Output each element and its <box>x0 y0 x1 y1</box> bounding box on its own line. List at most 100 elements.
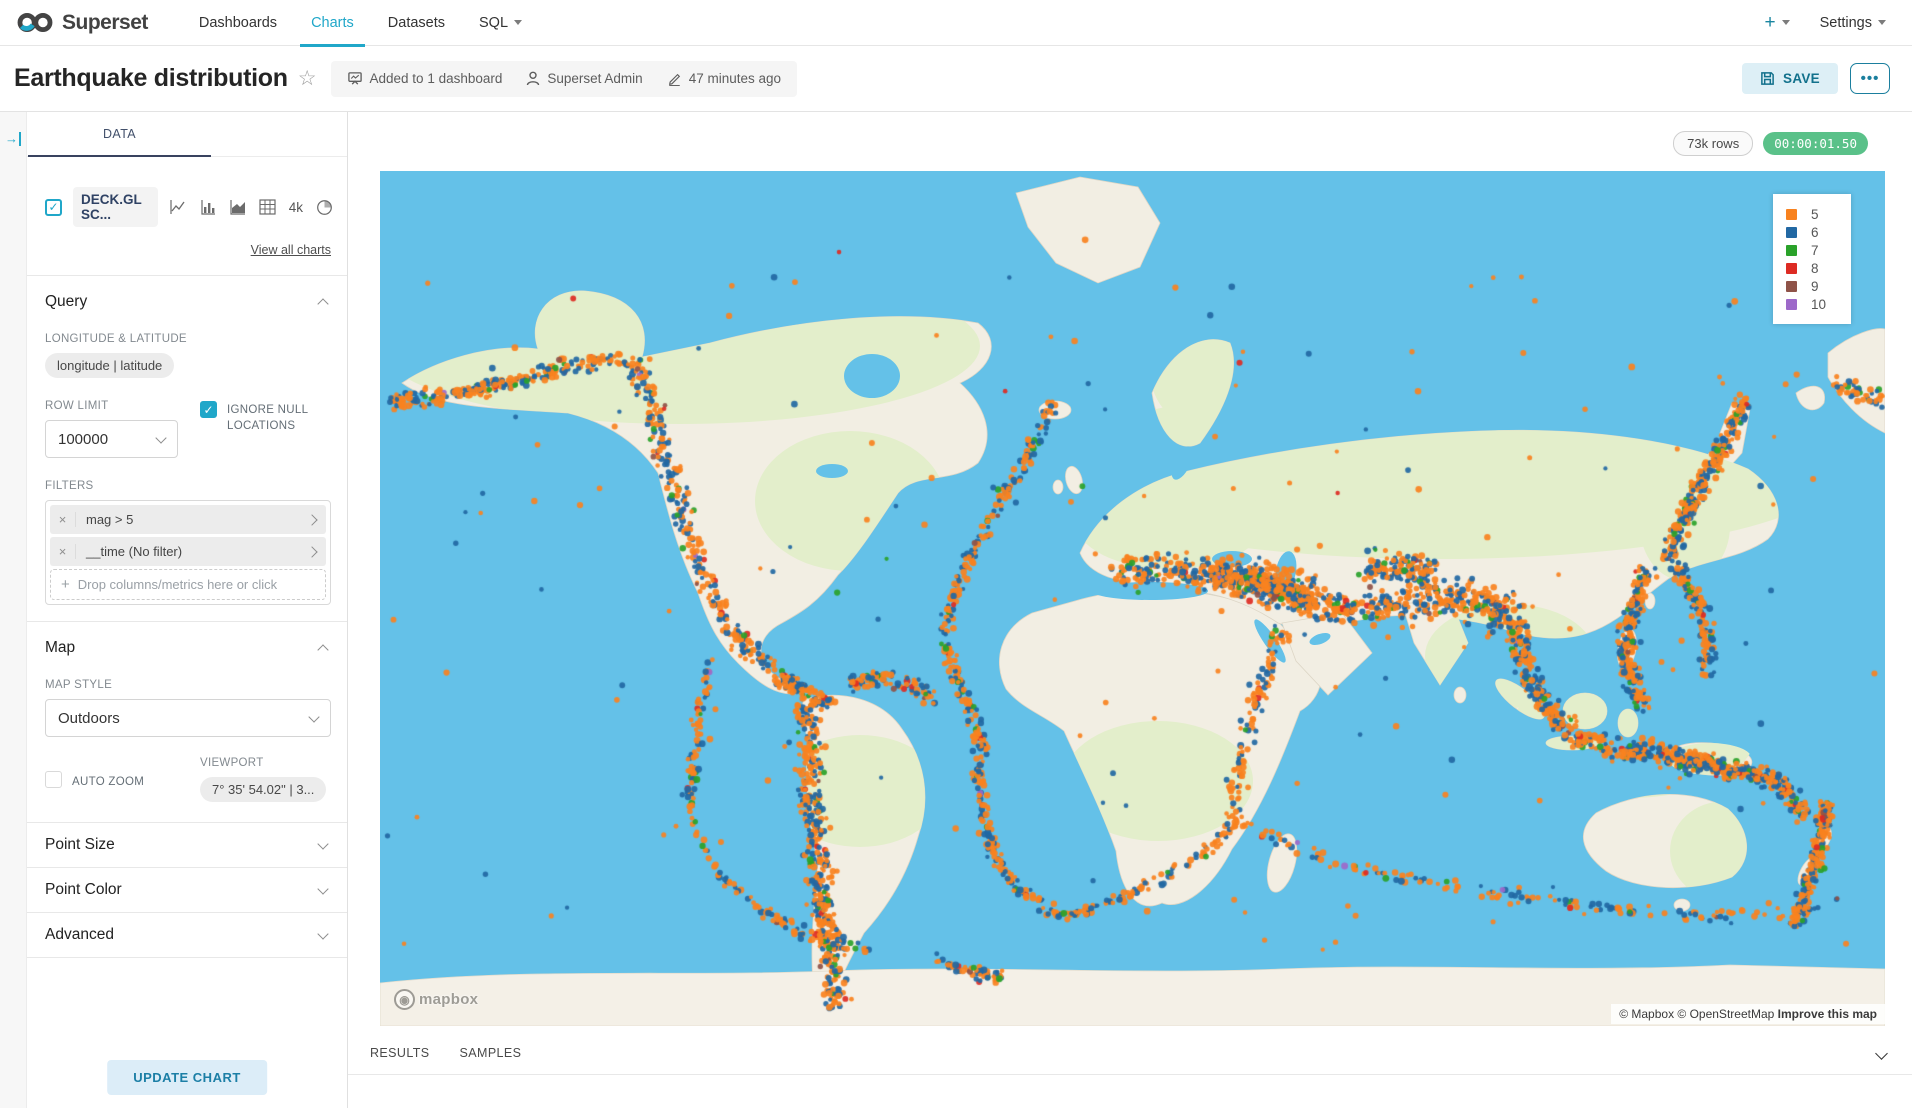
auto-zoom-label: AUTO ZOOM <box>72 771 144 790</box>
legend-value: 10 <box>1811 297 1826 312</box>
nav-label: Datasets <box>388 0 445 46</box>
table-icon[interactable] <box>259 199 276 215</box>
data-panel: DATA ✓ DECK.GL SC... 4k View all charts … <box>27 112 348 1108</box>
tab-data[interactable]: DATA <box>28 112 211 157</box>
nav-item-dashboards[interactable]: Dashboards <box>182 0 294 46</box>
lon-lat-chip[interactable]: longitude | latitude <box>45 353 174 378</box>
filter-chip[interactable]: ×__time (No filter) <box>50 537 326 566</box>
plus-icon: + <box>61 576 70 593</box>
section-title: Point Color <box>45 881 122 899</box>
map-attribution: © Mapbox © OpenStreetMap Improve this ma… <box>1611 1004 1885 1024</box>
chevron-down-icon <box>317 928 328 939</box>
improve-map-link[interactable]: Improve this map <box>1778 1007 1877 1021</box>
meta-pencil[interactable]: 47 minutes ago <box>667 71 781 86</box>
legend-row[interactable]: 8 <box>1786 259 1837 277</box>
auto-zoom-checkbox[interactable] <box>45 771 62 788</box>
legend-row[interactable]: 6 <box>1786 223 1837 241</box>
save-icon <box>1760 71 1775 86</box>
legend-swatch <box>1786 263 1797 274</box>
remove-filter-icon[interactable]: × <box>50 512 76 527</box>
meta-user[interactable]: Superset Admin <box>526 71 642 86</box>
more-options-button[interactable]: ••• <box>1850 63 1890 94</box>
update-chart-button[interactable]: UPDATE CHART <box>107 1060 267 1095</box>
results-panel: RESULTS SAMPLES <box>348 1026 1912 1075</box>
nav-item-sql[interactable]: SQL <box>462 0 539 46</box>
nav-label: Charts <box>311 0 354 46</box>
legend-swatch <box>1786 209 1797 220</box>
filter-chip[interactable]: ×mag > 5 <box>50 505 326 534</box>
viz-type-label[interactable]: DECK.GL SC... <box>73 187 158 227</box>
chevron-up-icon <box>317 298 328 309</box>
chevron-down-icon <box>317 883 328 894</box>
collapse-panel-icon[interactable]: → <box>5 132 21 146</box>
map-section-title: Map <box>45 639 75 657</box>
viz-type-count[interactable]: 4k <box>289 200 303 215</box>
chevron-down-icon <box>155 432 166 443</box>
drop-columns-zone[interactable]: + Drop columns/metrics here or click <box>50 569 326 600</box>
view-all-charts-link[interactable]: View all charts <box>251 243 331 257</box>
chevron-right-icon[interactable] <box>308 511 326 529</box>
legend-value: 6 <box>1811 225 1819 240</box>
section-advanced[interactable]: Advanced <box>27 913 347 957</box>
favorite-star-icon[interactable]: ☆ <box>298 66 317 91</box>
query-section-header[interactable]: Query <box>27 276 347 311</box>
chevron-right-icon[interactable] <box>308 543 326 561</box>
query-timer-badge: 00:00:01.50 <box>1763 132 1868 155</box>
chart-metadata: Added to 1 dashboard Superset Admin 47 min… <box>331 61 797 97</box>
mapbox-logo[interactable]: ◉ mapbox <box>394 989 478 1010</box>
filters-label: FILTERS <box>45 480 331 492</box>
new-item-button[interactable]: + <box>1764 12 1789 34</box>
section-title: Advanced <box>45 926 114 944</box>
legend-value: 5 <box>1811 207 1819 222</box>
tab-results[interactable]: RESULTS <box>370 1046 430 1060</box>
row-count-badge: 73k rows <box>1673 131 1753 156</box>
drop-hint: Drop columns/metrics here or click <box>78 577 277 592</box>
legend-swatch <box>1786 281 1797 292</box>
bar-chart-icon[interactable] <box>200 199 216 215</box>
section-title: Point Size <box>45 836 115 854</box>
map-section-header[interactable]: Map <box>27 622 347 657</box>
meta-label: Superset Admin <box>547 71 642 86</box>
row-limit-label: ROW LIMIT <box>45 400 200 412</box>
line-chart-icon[interactable] <box>169 199 187 215</box>
section-point-size[interactable]: Point Size <box>27 823 347 867</box>
legend-row[interactable]: 5 <box>1786 205 1837 223</box>
viewport-chip[interactable]: 7° 35' 54.02" | 3... <box>200 777 326 802</box>
legend-row[interactable]: 10 <box>1786 295 1837 313</box>
legend-row[interactable]: 9 <box>1786 277 1837 295</box>
area-chart-icon[interactable] <box>229 199 246 215</box>
collapse-results-chevron[interactable] <box>1877 1048 1886 1066</box>
settings-menu[interactable]: Settings <box>1820 15 1886 31</box>
map-style-value: Outdoors <box>58 710 120 727</box>
tab-samples[interactable]: SAMPLES <box>460 1046 522 1060</box>
remove-filter-icon[interactable]: × <box>50 544 76 559</box>
legend-swatch <box>1786 299 1797 310</box>
legend-row[interactable]: 7 <box>1786 241 1837 259</box>
nav-item-datasets[interactable]: Datasets <box>371 0 462 46</box>
deckgl-map[interactable]: 5 678 9 10 ◉ mapbox © Mapbox © OpenStreetMa… <box>380 171 1885 1026</box>
superset-logo[interactable]: Superset <box>16 10 148 35</box>
viz-type-checkbox[interactable]: ✓ <box>45 199 62 216</box>
nav-item-charts[interactable]: Charts <box>294 0 371 46</box>
save-button[interactable]: SAVE <box>1742 63 1838 94</box>
ignore-null-checkbox[interactable]: ✓ <box>200 401 217 418</box>
filter-label: __time (No filter) <box>76 544 308 559</box>
section-point-color[interactable]: Point Color <box>27 868 347 912</box>
chevron-down-icon <box>308 711 319 722</box>
meta-dashboard[interactable]: Added to 1 dashboard <box>347 71 503 86</box>
mapbox-wordmark: mapbox <box>419 991 478 1008</box>
user-icon <box>526 71 540 86</box>
row-limit-select[interactable]: 100000 <box>45 420 178 458</box>
pie-chart-icon[interactable] <box>316 199 333 216</box>
ignore-null-label: IGNORE NULL LOCATIONS <box>227 401 319 434</box>
mapbox-logo-icon: ◉ <box>394 989 415 1010</box>
legend-swatch <box>1786 245 1797 256</box>
chevron-up-icon <box>317 644 328 655</box>
viewport-label: VIEWPORT <box>200 757 331 769</box>
filters-box: ×mag > 5×__time (No filter)+Drop columns… <box>45 500 331 605</box>
legend-value: 9 <box>1811 279 1819 294</box>
magnitude-legend: 5 678 9 10 <box>1773 194 1851 324</box>
map-style-select[interactable]: Outdoors <box>45 699 331 737</box>
lon-lat-label: LONGITUDE & LATITUDE <box>45 333 331 345</box>
earthquake-points-layer <box>380 171 1885 1026</box>
